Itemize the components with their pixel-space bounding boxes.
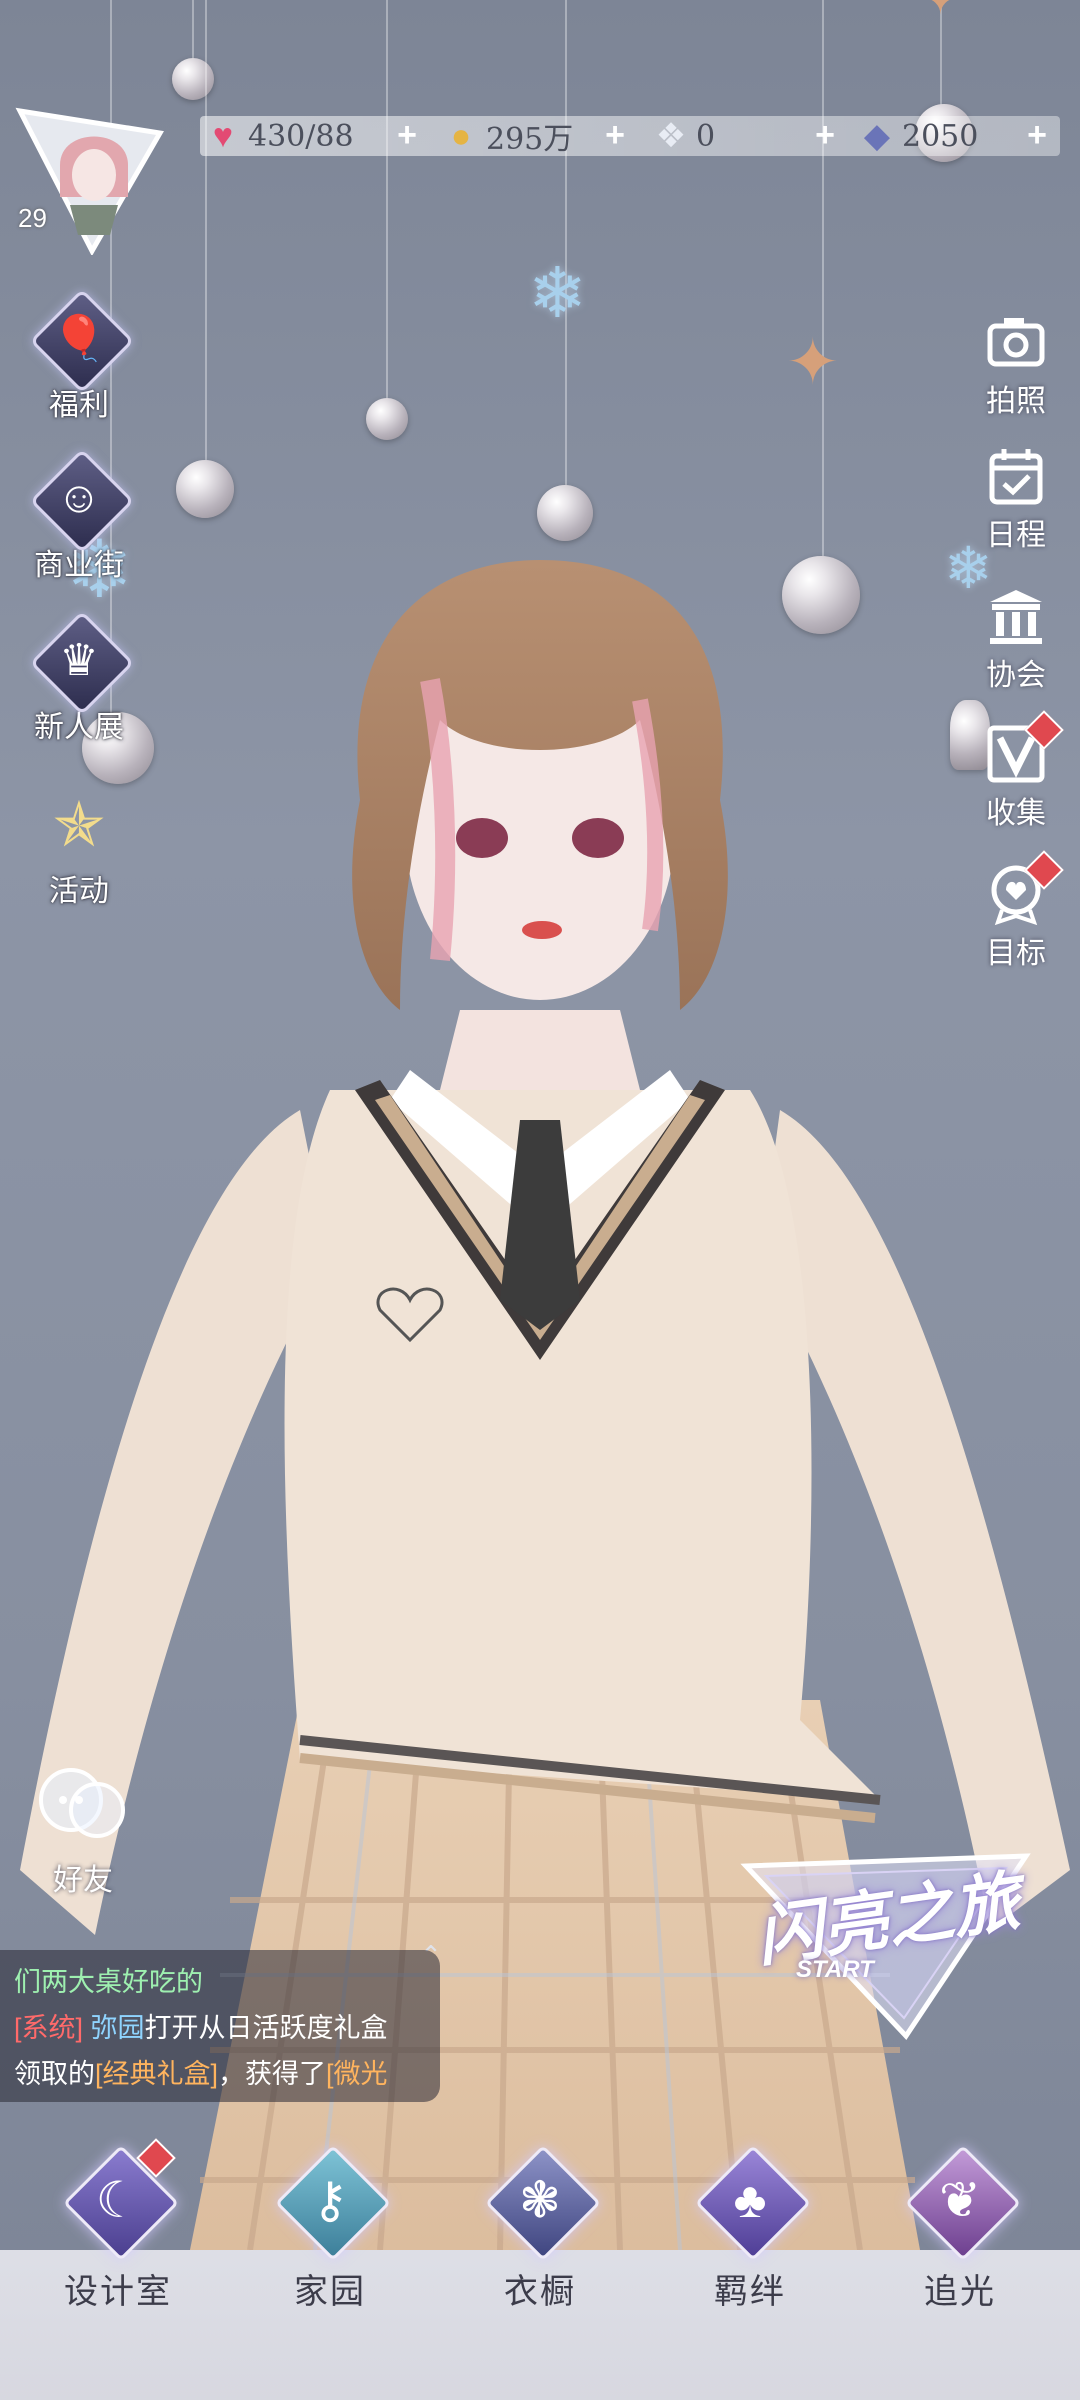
currency-diamond: ◆ 2050	[858, 112, 978, 160]
currency-gold: ● 295万	[442, 112, 574, 160]
bonds-icon-wrap: ♣	[690, 2140, 811, 2261]
key-icon: ⚷	[311, 2172, 349, 2228]
gold-coin-icon: ●	[450, 116, 472, 155]
schedule-label: 日程	[986, 519, 1046, 552]
nav-label: 羁绊	[714, 2272, 786, 2312]
add-crystal-button[interactable]: +	[808, 118, 842, 152]
friends-button[interactable]: 好友	[28, 1760, 138, 1899]
nav-chase-light[interactable]: ❦ 追光	[870, 2140, 1050, 2313]
collection-label: 收集	[986, 797, 1046, 830]
goals-button[interactable]: 目标	[956, 850, 1076, 972]
welfare-button[interactable]: 🎈 福利	[4, 288, 154, 424]
nav-design-room[interactable]: ☾ 设计室	[28, 2138, 208, 2313]
chat-system-tag: [系统]	[14, 2013, 84, 2043]
add-diamond-button[interactable]: +	[1020, 118, 1054, 152]
events-label: 活动	[49, 875, 109, 908]
stars-icon: ✯	[53, 790, 105, 860]
chat-player-name[interactable]: 弥园	[91, 2013, 145, 2043]
crown-trophy-icon: ♛	[59, 635, 99, 685]
design-room-icon-wrap: ☾	[58, 2138, 179, 2261]
camera-icon	[984, 310, 1048, 374]
add-gold-button[interactable]: +	[598, 118, 632, 152]
chase-light-icon-wrap: ❦	[900, 2140, 1021, 2261]
currency-stamina: ♥ 430/88	[204, 112, 354, 160]
currency-value: 2050	[902, 118, 979, 154]
player-level: 29	[18, 203, 47, 233]
clover-icon: ♣	[733, 2172, 767, 2228]
currency-crystal: ❖ 0	[652, 112, 715, 160]
diamond-icon: ◆	[863, 117, 891, 155]
friends-label: 好友	[53, 1864, 113, 1897]
start-journey-button[interactable]: 闪亮之旅 START	[736, 1846, 1036, 2046]
chat-text: 领取的	[14, 2059, 95, 2089]
schedule-button[interactable]: 日程	[956, 444, 1076, 554]
target-medal-icon	[984, 850, 1064, 926]
heart-gem-icon: ♥	[212, 116, 234, 155]
nav-label: 设计室	[64, 2272, 172, 2312]
butterfly-icon: ❦	[939, 2172, 981, 2228]
shopping-street-button[interactable]: ☺ 商业街	[4, 448, 154, 584]
currency-value: 295万	[486, 122, 574, 157]
chat-text: ，获得了	[218, 2059, 327, 2089]
events-icon-wrap: ✯	[31, 776, 127, 872]
currency-value: 0	[696, 118, 716, 154]
nav-wardrobe[interactable]: ❃ 衣橱	[450, 2140, 630, 2313]
nav-home[interactable]: ⚷ 家园	[240, 2140, 420, 2313]
photo-button[interactable]: 拍照	[956, 310, 1076, 420]
shopping-bag-icon: ☺	[56, 473, 102, 522]
chat-reward-name[interactable]: [微光	[326, 2059, 388, 2089]
nav-label: 衣橱	[504, 2272, 576, 2312]
chat-text: 打开从日活跃度礼盒	[144, 2013, 388, 2043]
nav-label: 追光	[924, 2272, 996, 2312]
friends-icon	[39, 1768, 125, 1838]
calendar-check-icon	[984, 444, 1048, 508]
add-stamina-button[interactable]: +	[390, 118, 424, 152]
currency-value: 430/88	[248, 118, 354, 154]
shop-icon-wrap: ☺	[29, 448, 135, 554]
chat-line: [系统] 弥园打开从日活跃度礼盒	[14, 2006, 388, 2045]
chat-line: 们两大桌好吃的	[14, 1967, 203, 1997]
collection-v-icon	[984, 710, 1064, 786]
events-button[interactable]: ✯ 活动	[4, 776, 154, 910]
nav-bonds[interactable]: ♣ 羁绊	[660, 2140, 840, 2313]
newcomer-exhibition-button[interactable]: ♛ 新人展	[4, 610, 154, 746]
goals-label: 目标	[986, 937, 1046, 970]
hot-air-balloon-icon: 🎈	[51, 314, 107, 363]
exhibition-icon-wrap: ♛	[29, 610, 135, 716]
crystal-flower-icon: ❖	[655, 117, 687, 155]
wardrobe-icon-wrap: ❃	[480, 2140, 601, 2261]
home-icon-wrap: ⚷	[270, 2140, 391, 2261]
guild-label: 协会	[986, 659, 1046, 692]
chat-panel[interactable]: 们两大桌好吃的 [系统] 弥园打开从日活跃度礼盒 领取的[经典礼盒]，获得了[微…	[0, 1950, 440, 2102]
photo-label: 拍照	[986, 385, 1046, 418]
start-journey-sub: START	[796, 1956, 874, 1983]
guild-button[interactable]: 协会	[956, 584, 1076, 694]
welfare-icon-wrap: 🎈	[29, 288, 135, 394]
crystal-icon: ❃	[519, 2172, 561, 2228]
collection-button[interactable]: 收集	[956, 710, 1076, 832]
nav-label: 家园	[294, 2272, 366, 2312]
guild-building-icon	[984, 584, 1048, 648]
chat-item-name[interactable]: [经典礼盒]	[95, 2059, 218, 2089]
chat-line: 领取的[经典礼盒]，获得了[微光	[14, 2052, 388, 2091]
